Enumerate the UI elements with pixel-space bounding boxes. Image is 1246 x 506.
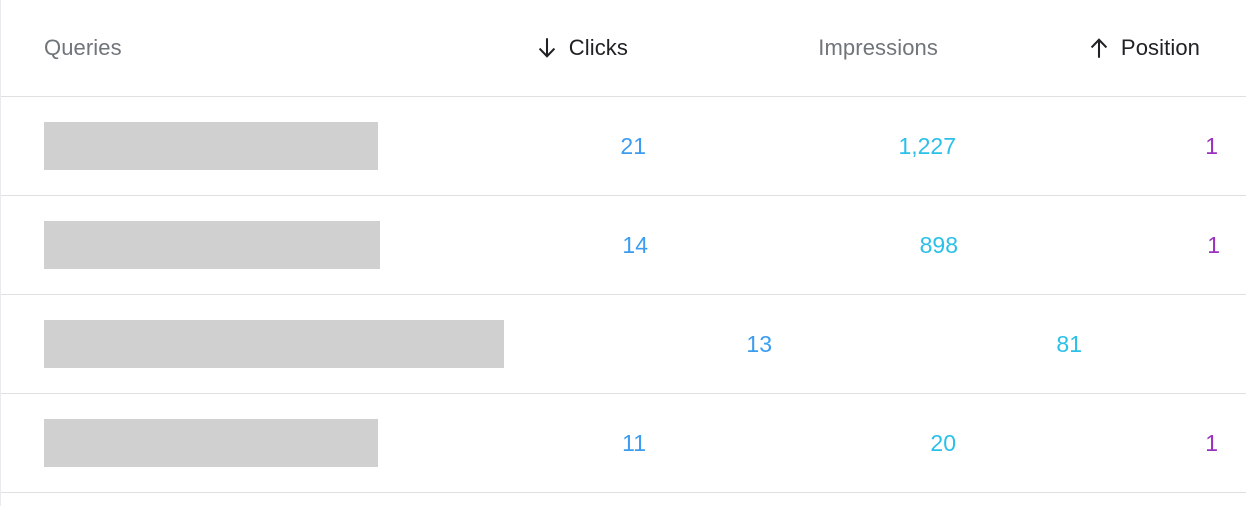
table-row[interactable]: 21 1,227 1 xyxy=(1,97,1246,196)
impressions-value: 898 xyxy=(919,231,958,258)
redacted-query-bar xyxy=(44,221,380,269)
impressions-value: 20 xyxy=(930,429,956,456)
query-cell xyxy=(1,320,504,368)
position-cell: 1 xyxy=(958,231,1220,258)
clicks-value: 13 xyxy=(746,330,772,357)
column-header-position-label: Position xyxy=(1120,35,1200,60)
clicks-value: 11 xyxy=(622,429,646,456)
redacted-query-bar xyxy=(44,122,378,170)
table-header-row: Queries Clicks Impressions Position xyxy=(1,0,1246,97)
column-header-clicks-label: Clicks xyxy=(568,35,628,60)
clicks-cell: 11 xyxy=(378,429,646,456)
clicks-cell: 21 xyxy=(378,132,646,159)
column-header-position[interactable]: Position xyxy=(938,35,1200,61)
column-header-impressions-label: Impressions xyxy=(818,35,938,60)
position-value: 1 xyxy=(1205,429,1218,456)
impressions-cell: 81 xyxy=(772,330,1082,357)
redacted-query-bar xyxy=(44,320,504,368)
arrow-up-icon xyxy=(1086,35,1112,61)
clicks-value: 21 xyxy=(620,132,646,159)
impressions-cell: 20 xyxy=(646,429,956,456)
column-header-queries-label: Queries xyxy=(44,35,122,60)
query-cell xyxy=(1,221,380,269)
position-value: 1 xyxy=(1205,132,1218,159)
column-header-clicks[interactable]: Clicks xyxy=(360,35,628,61)
table-row[interactable]: 11 20 1 xyxy=(1,394,1246,493)
table-row[interactable]: 13 81 1 xyxy=(1,295,1246,394)
search-performance-table: Queries Clicks Impressions Position 21 1… xyxy=(0,0,1246,506)
impressions-cell: 898 xyxy=(648,231,958,258)
clicks-cell: 14 xyxy=(380,231,648,258)
redacted-query-bar xyxy=(44,419,378,467)
impressions-value: 81 xyxy=(1056,330,1082,357)
impressions-cell: 1,227 xyxy=(646,132,956,159)
clicks-cell: 13 xyxy=(504,330,772,357)
position-cell: 1 xyxy=(956,132,1218,159)
table-row[interactable]: 14 898 1 xyxy=(1,196,1246,295)
position-cell: 1 xyxy=(1082,333,1246,356)
clicks-value: 14 xyxy=(622,231,648,258)
query-cell xyxy=(1,419,378,467)
column-header-queries[interactable]: Queries xyxy=(1,37,360,59)
position-value: 1 xyxy=(1207,231,1220,258)
column-header-impressions[interactable]: Impressions xyxy=(628,37,938,59)
query-cell xyxy=(1,122,378,170)
arrow-down-icon xyxy=(534,35,560,61)
impressions-value: 1,227 xyxy=(898,132,956,159)
position-cell: 1 xyxy=(956,429,1218,456)
table-row-partial[interactable] xyxy=(1,493,1246,506)
